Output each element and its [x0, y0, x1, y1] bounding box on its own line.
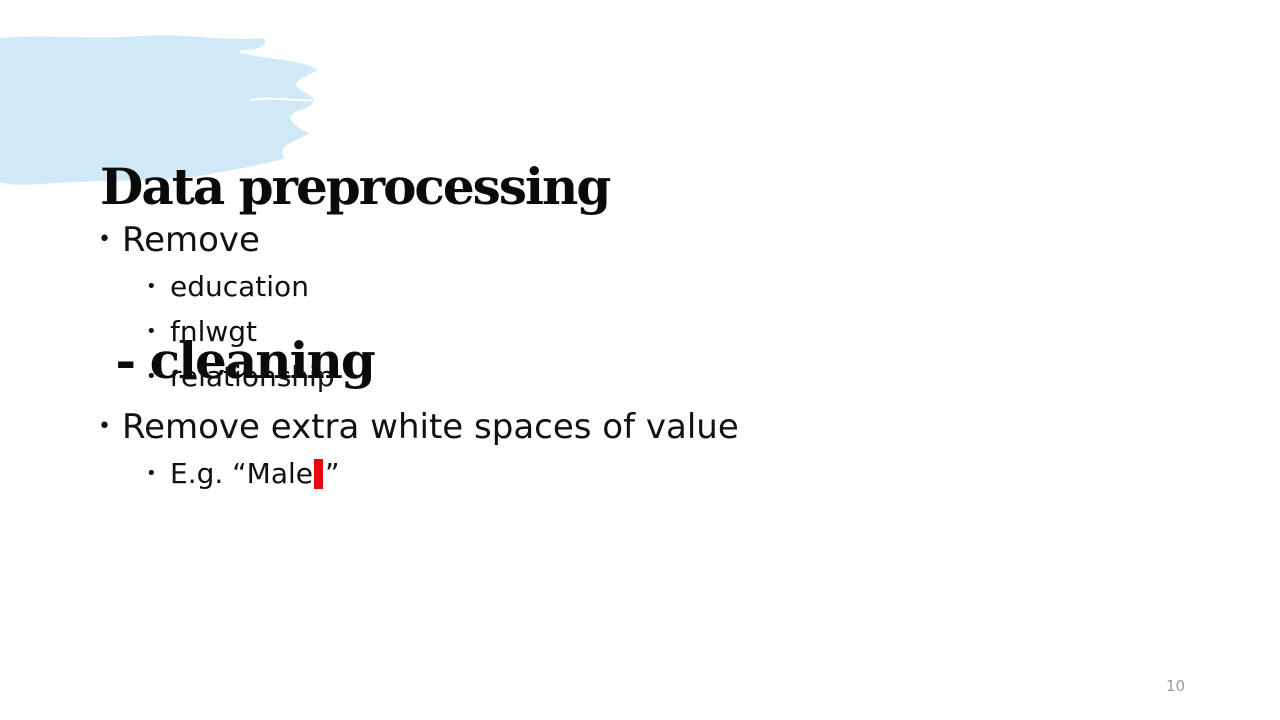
bullet-text: Remove: [122, 220, 260, 260]
title-line-1: Data preprocessing: [100, 157, 611, 216]
example-suffix: ”: [325, 457, 340, 490]
sub-bullet-fnlwgt: fnlwgt: [146, 309, 739, 354]
sub-bullet-list: E.g. “Male ”: [98, 451, 739, 496]
bullet-text: Remove extra white spaces of value: [122, 407, 739, 447]
bullet-list: Remove education fnlwgt relationship Rem…: [98, 218, 739, 502]
sub-bullet-education: education: [146, 264, 739, 309]
bullet-remove-whitespace: Remove extra white spaces of value: [98, 405, 739, 449]
whitespace-highlight-marker: [314, 459, 323, 489]
sub-bullet-example: E.g. “Male ”: [146, 451, 739, 496]
sub-bullet-text: fnlwgt: [170, 315, 258, 348]
slide: Data preprocessing - cleaning Remove edu…: [0, 0, 1280, 720]
sub-bullet-text: education: [170, 270, 309, 303]
example-prefix: E.g. “Male: [170, 457, 313, 490]
sub-bullet-relationship: relationship: [146, 354, 739, 399]
page-number: 10: [1166, 677, 1186, 695]
bullet-remove: Remove: [98, 218, 739, 262]
sub-bullet-text: relationship: [170, 360, 335, 393]
sub-bullet-list: education fnlwgt relationship: [98, 264, 739, 399]
